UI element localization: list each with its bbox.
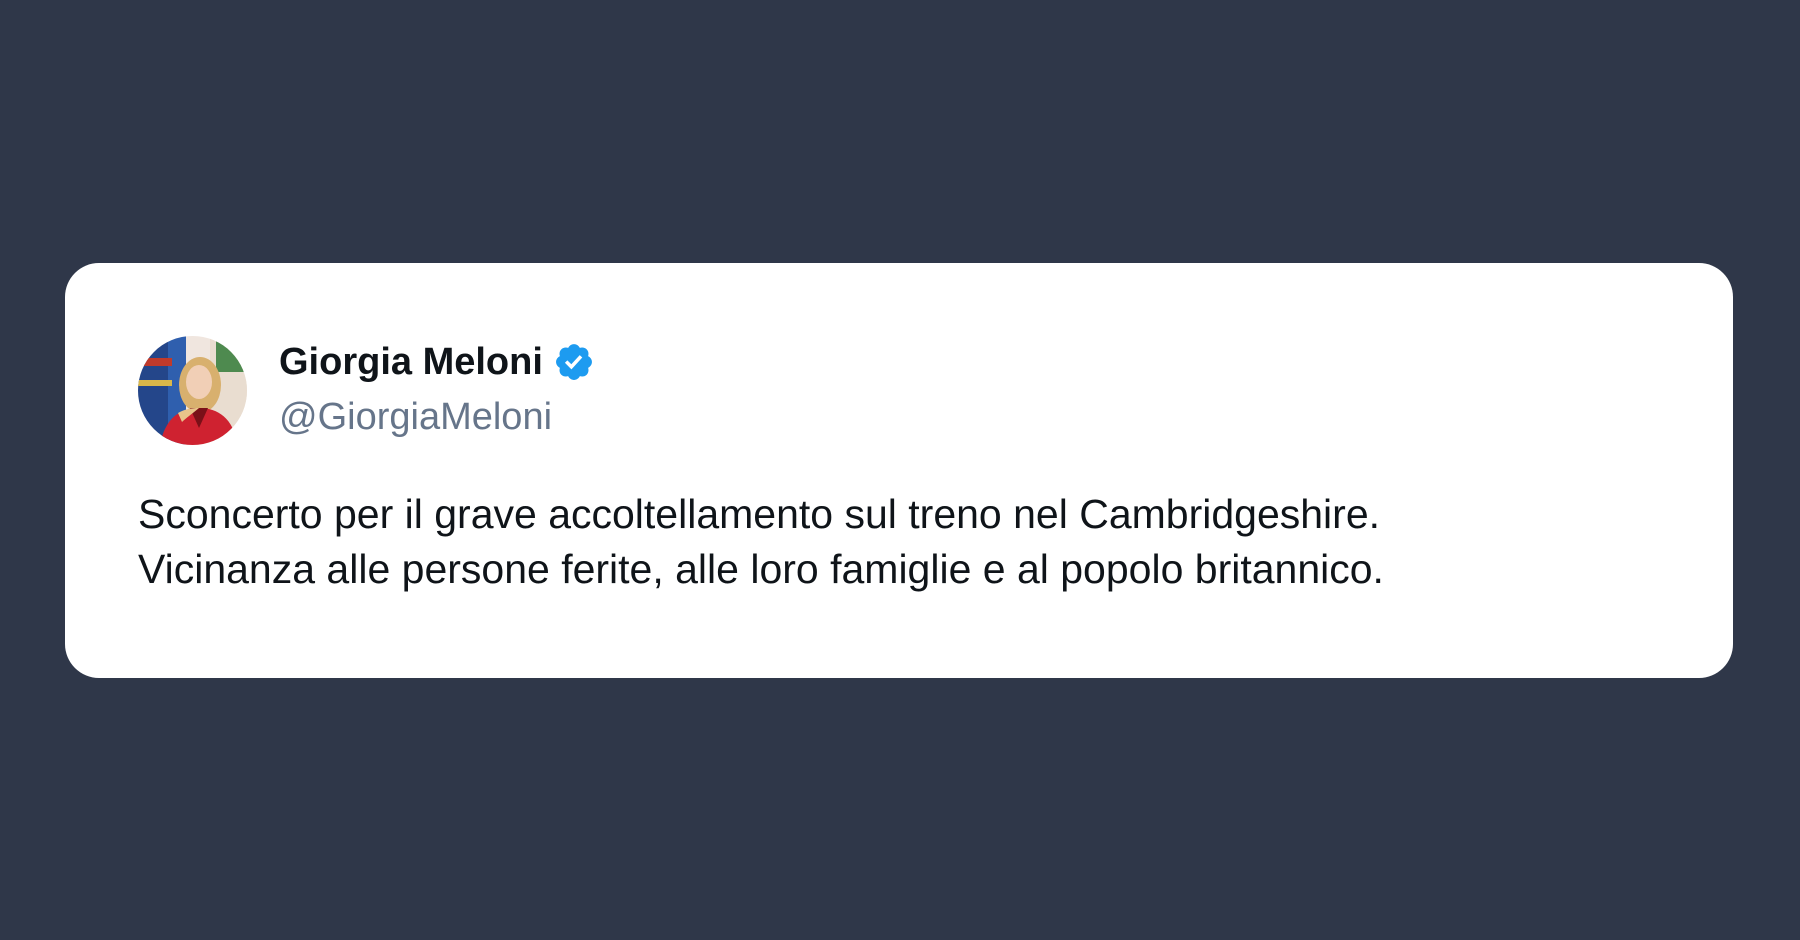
tweet-card: Giorgia Meloni @GiorgiaMeloni Sconcerto … (65, 263, 1733, 678)
avatar-portrait-image (138, 336, 247, 445)
verified-badge-icon (553, 341, 595, 383)
tweet-text: Sconcerto per il grave accoltellamento s… (138, 487, 1678, 597)
avatar[interactable] (138, 336, 247, 445)
author-display-name[interactable]: Giorgia Meloni (279, 339, 543, 385)
author-handle[interactable]: @GiorgiaMeloni (279, 394, 552, 440)
tweet-text-line: Sconcerto per il grave accoltellamento s… (138, 491, 1381, 537)
author-name-row: Giorgia Meloni (279, 339, 595, 385)
tweet-text-line: Vicinanza alle persone ferite, alle loro… (138, 546, 1384, 592)
